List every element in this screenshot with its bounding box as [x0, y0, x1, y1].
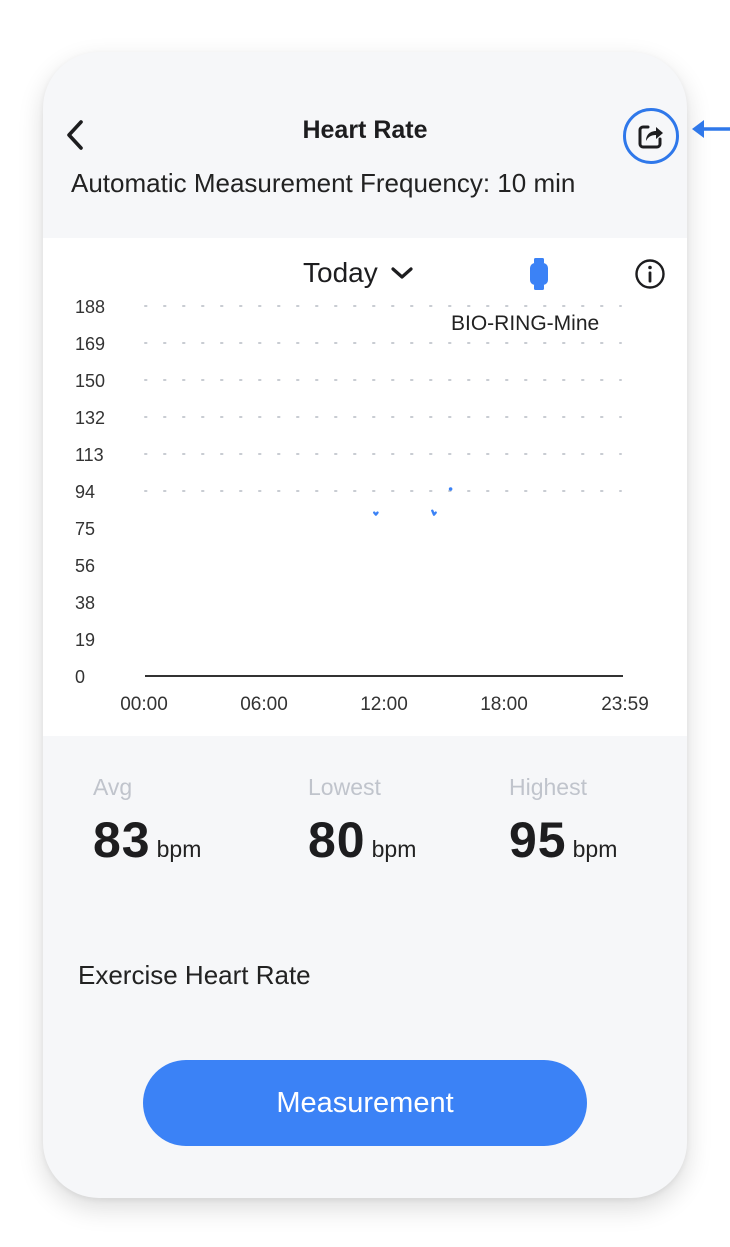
y-tick-label: 0	[75, 667, 85, 687]
y-tick-label: 169	[75, 334, 105, 354]
y-tick-label: 94	[75, 482, 95, 502]
measurement-frequency: Automatic Measurement Frequency: 10 min	[71, 168, 576, 198]
data-point	[448, 487, 453, 491]
x-tick-label: 23:59	[601, 694, 649, 715]
data-series-segment	[431, 509, 437, 516]
stat-avg-unit: bpm	[156, 836, 202, 862]
y-tick-label: 113	[75, 445, 104, 465]
page-title: Heart Rate	[302, 116, 428, 144]
stat-avg-label: Avg	[93, 774, 133, 800]
y-tick-label: 19	[75, 630, 95, 650]
heart-rate-stats: Avg 83 bpm Lowest 80 bpm Highest 95 bpm	[43, 774, 687, 894]
phone-screen: Heart Rate Automatic Measurement Frequen…	[43, 52, 687, 1198]
stat-lowest-label: Lowest	[308, 774, 381, 800]
y-tick-label: 56	[75, 556, 95, 576]
stat-highest-unit: bpm	[572, 836, 618, 862]
data-series-segment	[373, 511, 379, 516]
share-button[interactable]	[623, 108, 679, 164]
x-tick-label: 06:00	[240, 694, 288, 715]
device-name-label: BIO-RING-Mine	[451, 312, 600, 335]
stat-avg-value: 83	[93, 812, 151, 868]
watch-icon	[530, 258, 548, 290]
exercise-heart-rate-row[interactable]: Exercise Heart Rate	[78, 960, 311, 991]
info-icon	[635, 259, 665, 289]
stat-lowest-unit: bpm	[371, 836, 417, 862]
y-tick-label: 38	[75, 593, 95, 613]
y-tick-label: 132	[75, 408, 105, 428]
date-selector-label: Today	[303, 257, 378, 288]
stat-avg: Avg 83 bpm	[93, 774, 201, 869]
stat-lowest-value: 80	[308, 812, 366, 868]
info-button[interactable]	[634, 258, 666, 290]
device-button[interactable]	[529, 258, 549, 290]
y-tick-label: 150	[75, 371, 105, 391]
x-tick-label: 00:00	[120, 694, 168, 715]
date-selector[interactable]: Today	[303, 256, 414, 290]
y-tick-label: 75	[75, 519, 95, 539]
x-tick-label: 18:00	[480, 694, 528, 715]
chevron-down-icon	[391, 267, 413, 279]
heart-rate-chart-card: 188 169 150 132 113 94 75 56 38 19 0 00:00 06:00 12:0…	[43, 238, 687, 736]
arrow-left-icon	[692, 120, 730, 138]
stat-highest-value: 95	[509, 812, 567, 868]
stat-lowest: Lowest 80 bpm	[308, 774, 416, 869]
share-icon	[638, 125, 663, 149]
measurement-button[interactable]: Measurement	[143, 1060, 587, 1146]
stat-highest: Highest 95 bpm	[509, 774, 617, 869]
y-tick-label: 188	[75, 297, 105, 317]
stat-highest-label: Highest	[509, 774, 587, 800]
x-tick-label: 12:00	[360, 694, 408, 715]
